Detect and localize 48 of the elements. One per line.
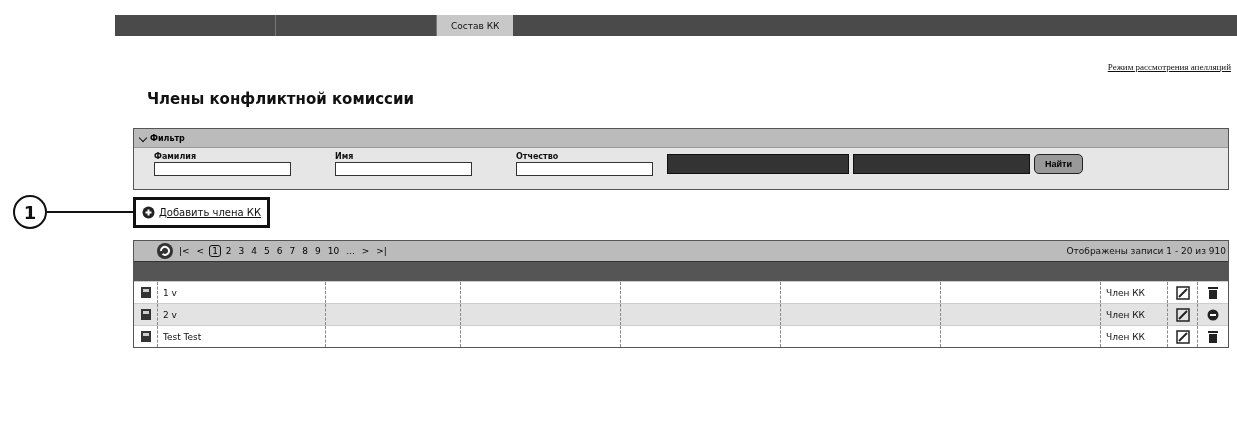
field-label: Имя: [335, 152, 355, 161]
page-button[interactable]: 8: [300, 246, 310, 256]
page-button[interactable]: 7: [287, 246, 298, 256]
page-title: Члены конфликтной комиссии: [147, 90, 415, 108]
table-cell: 1 v: [163, 287, 177, 298]
edit-icon[interactable]: [1175, 329, 1190, 344]
page-button[interactable]: 1: [209, 245, 221, 257]
filter-toggle[interactable]: Фильтр: [134, 133, 191, 143]
callout-number: 1: [13, 195, 47, 229]
field-label: Отчество: [516, 152, 560, 161]
page-button[interactable]: 9: [313, 246, 323, 256]
last-page-button[interactable]: >|: [374, 246, 389, 256]
find-button[interactable]: Найти: [1034, 154, 1083, 174]
minus-circle-icon[interactable]: [1207, 308, 1219, 321]
trash-icon[interactable]: [1207, 329, 1219, 344]
more-pages-button[interactable]: ...: [344, 246, 357, 256]
page-button[interactable]: 10: [325, 246, 342, 256]
input-field[interactable]: [335, 162, 472, 176]
records-summary: Отображены записи 1 - 20 из 910: [1066, 246, 1226, 256]
edit-icon[interactable]: [1175, 307, 1190, 322]
next-page-button[interactable]: >: [359, 246, 372, 256]
card-icon: [139, 308, 152, 321]
card-icon: [139, 286, 152, 299]
page-button[interactable]: 5: [262, 246, 272, 256]
page-button[interactable]: 6: [274, 246, 285, 256]
table-row[interactable]: 2 v Член КК: [134, 303, 1228, 325]
page-button[interactable]: 2: [223, 246, 234, 256]
input-field[interactable]: [516, 162, 653, 176]
table-cell: Test Test: [163, 331, 202, 342]
card-icon: [139, 330, 152, 343]
table-cell: 2 v: [163, 309, 177, 320]
nav-tab[interactable]: Состав КК: [437, 15, 514, 36]
table-cell: Член КК: [1106, 331, 1145, 342]
edit-icon[interactable]: [1175, 285, 1190, 300]
trash-icon[interactable]: [1207, 285, 1219, 300]
input-field[interactable]: [154, 162, 291, 176]
add-member-link[interactable]: Добавить члена КК: [133, 196, 270, 228]
table-cell: Член КК: [1106, 309, 1145, 320]
first-page-button[interactable]: |<: [177, 246, 192, 256]
plus-icon: [142, 205, 155, 219]
table-row[interactable]: Test Test Член КК: [134, 325, 1228, 347]
page-button[interactable]: 4: [249, 246, 260, 256]
refresh-icon[interactable]: [156, 242, 174, 260]
appeals-mode-link[interactable]: Режим рассмотрения апелляций: [1107, 62, 1231, 72]
page-button[interactable]: 3: [236, 246, 247, 256]
field-label: Фамилия: [154, 152, 198, 161]
prev-page-button[interactable]: <: [194, 246, 207, 256]
table-cell: Член КК: [1106, 287, 1145, 298]
